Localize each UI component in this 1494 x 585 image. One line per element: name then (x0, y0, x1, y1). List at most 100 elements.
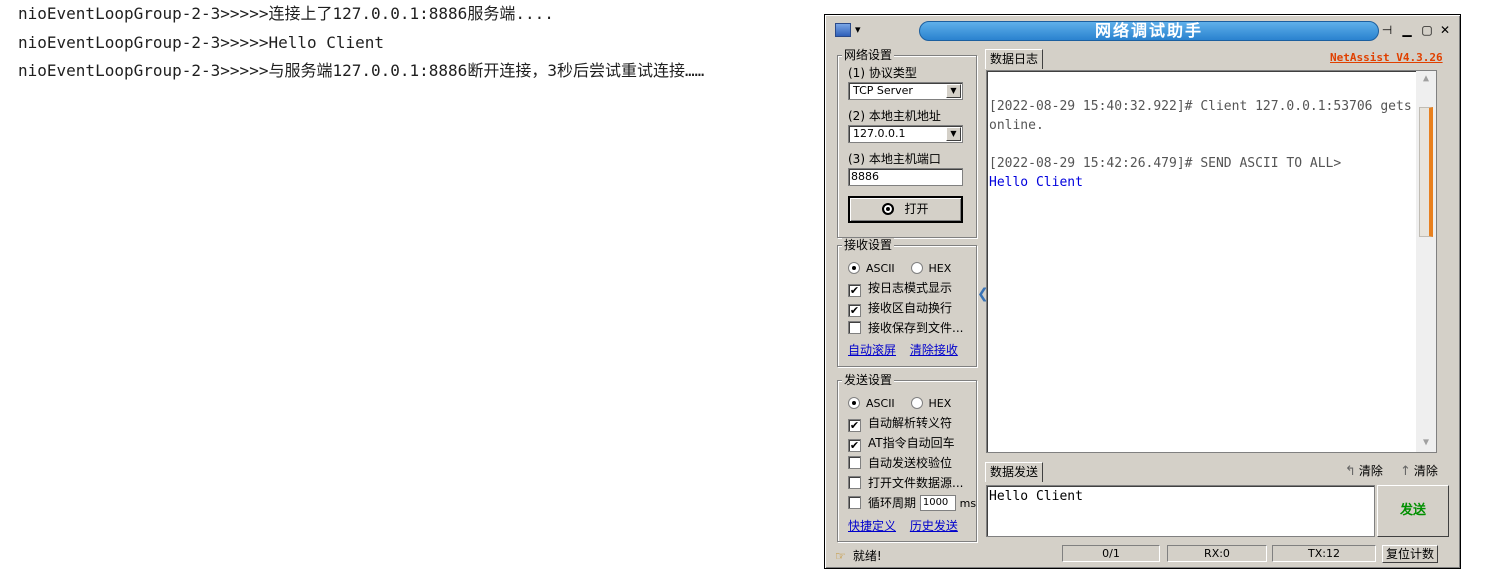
close-button[interactable]: ✕ (1437, 22, 1453, 38)
recv-ascii-label: ASCII (866, 262, 895, 275)
maximize-button[interactable]: ▢ (1419, 22, 1435, 38)
console-line: nioEventLoopGroup-2-3>>>>>连接上了127.0.0.1:… (18, 4, 554, 23)
loop-checkbox[interactable] (848, 496, 861, 509)
loop-label: 循环周期 (868, 496, 917, 510)
status-count: 0/1 (1062, 545, 1160, 562)
save-to-file-row[interactable]: 接收保存到文件... (848, 320, 963, 336)
log-line: [2022-08-29 15:40:32.922]# Client 127.0.… (989, 99, 1412, 114)
scroll-down-icon[interactable]: ▼ (1416, 435, 1436, 451)
auto-wrap-label: 接收区自动换行 (868, 301, 953, 315)
tab-data-log[interactable]: 数据日志 (985, 49, 1044, 69)
status-rx: RX:0 (1167, 545, 1267, 562)
netassist-window: ▾ 网络调试助手 ⊣ ▁ ▢ ✕ 网络设置 (1) 协议类型 TCP Serve… (824, 14, 1461, 569)
tab-data-send[interactable]: 数据发送 (985, 462, 1044, 482)
loop-interval-input[interactable]: 1000 (919, 495, 956, 511)
title-bar[interactable]: ▾ 网络调试助手 ⊣ ▁ ▢ ✕ (829, 18, 1456, 42)
recv-ascii-radio[interactable] (848, 262, 860, 274)
log-line: Hello Client (989, 175, 1083, 190)
app-icon (835, 23, 851, 37)
clear-log-button[interactable]: ↑ 清除 (1400, 463, 1438, 480)
minimize-button[interactable]: ▁ (1399, 22, 1415, 38)
protocol-select[interactable]: TCP Server ▼ (848, 82, 963, 100)
status-tx: TX:12 (1272, 545, 1376, 562)
ms-label: ms (959, 497, 977, 510)
status-ready: ☞ 就绪! (835, 547, 882, 564)
console-line: nioEventLoopGroup-2-3>>>>>Hello Client (18, 32, 385, 52)
save-to-file-label: 接收保存到文件... (868, 321, 964, 335)
scrollbar-thumb[interactable] (1419, 107, 1433, 237)
chevron-down-icon[interactable]: ▼ (946, 84, 961, 98)
log-mode-row[interactable]: ✔ 按日志模式显示 (848, 280, 952, 297)
clear-send-button[interactable]: ↰ 清除 (1345, 463, 1383, 480)
network-settings-panel: 网络设置 (1) 协议类型 TCP Server ▼ (2) 本地主机地址 12… (837, 48, 977, 238)
chevron-down-icon[interactable]: ▼ (946, 127, 961, 141)
send-ascii-radio[interactable] (848, 397, 860, 409)
send-hex-label: HEX (928, 397, 952, 410)
host-select[interactable]: 127.0.0.1 ▼ (848, 125, 963, 143)
send-ascii-label: ASCII (866, 397, 895, 410)
log-mode-checkbox[interactable]: ✔ (848, 284, 861, 297)
file-source-label: 打开文件数据源... (868, 476, 964, 490)
send-links-row: 快捷定义 历史发送 (848, 518, 958, 534)
log-line: online. (989, 118, 1044, 133)
recv-format-row: ASCII HEX (848, 260, 951, 276)
console-output: nioEventLoopGroup-2-3>>>>>连接上了127.0.0.1:… (18, 2, 808, 88)
clear-recv-link[interactable]: 清除接收 (910, 343, 958, 357)
at-cr-row[interactable]: ✔ AT指令自动回车 (848, 435, 955, 452)
send-text-area[interactable]: Hello Client (986, 485, 1375, 537)
open-button[interactable]: 打开 (848, 196, 963, 223)
host-label: (2) 本地主机地址 (848, 109, 941, 123)
send-hex-radio[interactable] (910, 397, 923, 409)
host-value: 127.0.0.1 (853, 127, 906, 140)
version-link[interactable]: NetAssist V4.3.26 (1330, 51, 1443, 64)
recv-links-row: 自动滚屏 清除接收 (848, 342, 958, 358)
auto-scroll-link[interactable]: 自动滚屏 (848, 343, 896, 357)
receive-settings-legend: 接收设置 (842, 238, 895, 252)
system-menu[interactable]: ▾ (835, 21, 869, 39)
clear-arrow-icon: ↰ (1345, 464, 1356, 479)
history-link[interactable]: 历史发送 (910, 519, 958, 533)
recv-hex-radio[interactable] (910, 262, 923, 274)
clear-up-arrow-icon: ↑ (1400, 464, 1411, 479)
status-bar: ☞ 就绪! 0/1 RX:0 TX:12 复位计数 (829, 545, 1456, 565)
at-cr-label: AT指令自动回车 (868, 436, 955, 450)
port-label: (3) 本地主机端口 (848, 152, 941, 166)
loop-row[interactable]: 循环周期 1000 ms (848, 495, 976, 511)
send-button[interactable]: 发送 (1377, 485, 1449, 537)
send-settings-panel: 发送设置 ASCII HEX ✔ 自动解析转义符 ✔ AT指令自动回车 自动发送校验… (837, 373, 977, 542)
hand-pointer-icon: ☞ (835, 549, 846, 563)
protocol-value: TCP Server (853, 84, 913, 97)
checksum-label: 自动发送校验位 (868, 456, 953, 470)
protocol-label: (1) 协议类型 (848, 66, 917, 80)
reset-count-button[interactable]: 复位计数 (1382, 545, 1438, 563)
console-line: nioEventLoopGroup-2-3>>>>>与服务端127.0.0.1:… (18, 61, 705, 80)
port-input[interactable]: 8886 (848, 168, 963, 186)
log-scrollbar[interactable]: ▲ ▼ (1416, 71, 1436, 452)
connection-led-icon (882, 203, 895, 215)
file-source-row[interactable]: 打开文件数据源... (848, 475, 963, 491)
save-to-file-checkbox[interactable] (848, 321, 861, 334)
open-button-label: 打开 (904, 202, 929, 216)
escape-row[interactable]: ✔ 自动解析转义符 (848, 415, 952, 432)
auto-wrap-row[interactable]: ✔ 接收区自动换行 (848, 300, 953, 317)
escape-checkbox[interactable]: ✔ (848, 419, 861, 432)
auto-wrap-checkbox[interactable]: ✔ (848, 304, 861, 317)
file-source-checkbox[interactable] (848, 476, 861, 489)
send-format-row: ASCII HEX (848, 395, 951, 411)
log-line: [2022-08-29 15:42:26.479]# SEND ASCII TO… (989, 156, 1342, 171)
at-cr-checkbox[interactable]: ✔ (848, 439, 861, 452)
data-log-area[interactable]: [2022-08-29 15:40:32.922]# Client 127.0.… (986, 70, 1437, 453)
shortcut-link[interactable]: 快捷定义 (848, 519, 896, 533)
status-ready-text: 就绪! (852, 549, 882, 563)
window-title: 网络调试助手 (919, 21, 1379, 41)
send-settings-legend: 发送设置 (842, 373, 895, 387)
checksum-checkbox[interactable] (848, 456, 861, 469)
pin-icon[interactable]: ⊣ (1379, 22, 1395, 38)
chevron-down-icon: ▾ (855, 23, 861, 36)
network-settings-legend: 网络设置 (842, 48, 895, 62)
checksum-row[interactable]: 自动发送校验位 (848, 455, 952, 471)
scroll-up-icon[interactable]: ▲ (1416, 71, 1436, 87)
collapse-panel-chevron-icon[interactable]: ❮ (977, 251, 989, 337)
clear-label: 清除 (1358, 464, 1383, 478)
